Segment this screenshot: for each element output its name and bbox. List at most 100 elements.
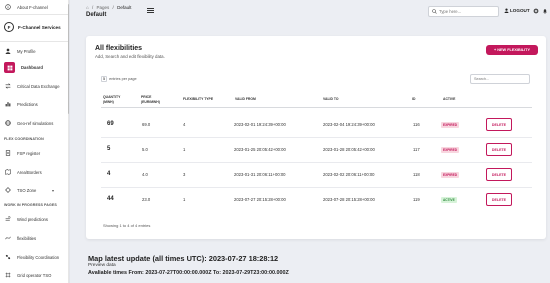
cell-quantity: 5	[107, 146, 111, 152]
sidebar-item-critical-data-exchange[interactable]: Critical Data Exchange	[0, 79, 68, 93]
cell-valid-to: 2023-02-04 19:24:39+00:00	[323, 122, 375, 127]
card-title: All flexibilities	[95, 45, 143, 52]
column-header-quantity[interactable]: QUANTITY (MWH)	[103, 95, 120, 104]
brand[interactable]: F F-Channel Services	[0, 17, 68, 37]
column-header-id[interactable]: ID	[412, 97, 415, 102]
cell-type: 4	[183, 122, 186, 127]
table-row: 4 4.0 3 2023-01-31 20:06:11+00:00 2023-0…	[101, 163, 532, 188]
brand-logo: F	[4, 22, 14, 32]
globe-icon	[4, 120, 11, 127]
search-input[interactable]	[439, 9, 495, 14]
cell-valid-from: 2023-02-01 19:24:39+00:00	[234, 122, 286, 127]
sidebar-item-geo-ref-simulations[interactable]: Geo-ref simulations	[0, 116, 68, 130]
cell-quantity: 4	[107, 171, 111, 177]
cell-quantity: 69	[107, 121, 114, 127]
delete-button[interactable]: DELETE	[486, 168, 512, 181]
cell-quantity: 44	[107, 196, 114, 202]
cell-id: 119	[413, 197, 420, 202]
table-search-field[interactable]	[470, 74, 530, 84]
cell-price: 69.0	[142, 122, 151, 127]
register-icon	[4, 150, 11, 157]
sidebar-item-dashboard[interactable]: Dashboard	[3, 61, 61, 74]
entries-label: entries per page	[109, 77, 137, 81]
cell-price: 23.0	[142, 197, 151, 202]
entries-per-page: 5 entries per page	[101, 76, 137, 82]
delete-button[interactable]: DELETE	[486, 193, 512, 206]
exchange-icon	[4, 83, 11, 90]
user-icon	[504, 8, 509, 13]
delete-button[interactable]: DELETE	[486, 118, 512, 131]
sidebar-item-tso-zone[interactable]: TSO Zone ▾	[0, 183, 68, 197]
sidebar-item-profile[interactable]: My Profile	[0, 44, 68, 58]
pagination-info: Showing 1 to 4 of 4 entries	[103, 223, 151, 228]
sidebar-item-label: Area/Borders	[17, 169, 42, 175]
grid-icon	[4, 272, 11, 279]
status-badge: EXPIRED	[441, 122, 459, 128]
search-field[interactable]	[428, 6, 499, 17]
cell-type: 3	[183, 172, 186, 177]
sidebar-item-area-borders[interactable]: Area/Borders	[0, 165, 68, 179]
cell-type: 1	[183, 197, 186, 202]
sidebar-item-predictions[interactable]: Predictions	[0, 97, 68, 111]
status-badge: EXPIRED	[441, 172, 459, 178]
entries-select[interactable]: 5	[101, 76, 108, 82]
dashboard-icon	[4, 62, 15, 73]
breadcrumb-separator: /	[91, 5, 94, 10]
map-update-heading: Map latest update (all times UTC): 2023-…	[88, 254, 279, 263]
breadcrumb-separator: /	[112, 5, 114, 10]
table-row: 44 23.0 1 2023-07-27 20:15:28+00:00 2023…	[101, 188, 532, 213]
status-badge: EXPIRED	[441, 147, 459, 153]
gear-icon[interactable]	[533, 8, 539, 14]
sidebar-item-label: About F-channel	[17, 4, 48, 10]
cell-valid-from: 2023-01-25 20:05:42+00:00	[234, 147, 286, 152]
column-header-valid-from[interactable]: VALID FROM	[235, 97, 256, 102]
divider	[0, 41, 68, 42]
user-icon	[4, 48, 11, 55]
divider	[0, 14, 68, 15]
delete-button[interactable]: DELETE	[486, 143, 512, 156]
preview-label: Preview data	[88, 263, 116, 268]
sidebar-scrollbar[interactable]	[68, 0, 69, 283]
sidebar-item-label: Flexibility Coordination	[17, 254, 60, 260]
column-header-active[interactable]: ACTIVE	[443, 97, 455, 102]
section-heading-flex: FLEX COORDINATION	[4, 137, 44, 141]
status-badge: ACTIVE	[441, 197, 457, 203]
cell-id: 116	[413, 122, 420, 127]
breadcrumb-pages[interactable]: Pages	[97, 5, 110, 10]
available-times: Avaliable times From: 2023-07-27T00:00:0…	[88, 270, 289, 276]
sidebar: About F-channel F F-Channel Services My …	[0, 0, 70, 283]
column-header-flexibility-type[interactable]: FLEXIBILITY TYPE	[183, 97, 213, 102]
menu-toggle-icon[interactable]	[147, 8, 154, 13]
new-flexibility-button[interactable]: + NEW FLEXIBILITY	[486, 45, 538, 55]
sidebar-item-grid-operator-tso[interactable]: Grid operator TSO	[0, 268, 68, 282]
search-icon	[432, 9, 437, 14]
table-row: 69 69.0 4 2023-02-01 19:24:39+00:00 2023…	[101, 113, 532, 138]
sidebar-item-fsp-register[interactable]: FSP register	[0, 146, 68, 160]
sidebar-item-label: TSO Zone	[17, 187, 37, 193]
logout-button[interactable]: LOGOUT	[504, 8, 530, 13]
table-search-input[interactable]	[474, 77, 524, 81]
scrollbar-thumb[interactable]	[68, 4, 69, 114]
cell-price: 4.0	[142, 172, 148, 177]
sidebar-item-label: Wind predictions	[17, 216, 48, 222]
chevron-down-icon[interactable]: ▾	[52, 188, 54, 193]
sidebar-item-label: FSP register	[17, 150, 41, 156]
brand-name: F-Channel Services	[18, 24, 61, 30]
sidebar-item-label: Predictions	[17, 101, 38, 107]
flexibilities-card: All flexibilities Add, Search and edit f…	[86, 36, 546, 239]
cell-valid-to: 2023-07-28 20:15:28+00:00	[323, 197, 375, 202]
sidebar-item-about[interactable]: About F-channel	[0, 0, 68, 14]
column-header-valid-to[interactable]: VALID TO	[323, 97, 339, 102]
home-icon[interactable]: ⌂	[86, 5, 89, 10]
bell-icon[interactable]	[542, 8, 548, 14]
breadcrumb: ⌂ / Pages / Default	[86, 5, 133, 10]
sidebar-item-flexibilities[interactable]: flexibilities	[0, 231, 68, 245]
column-header-price[interactable]: PRICE (EUR/MWH)	[141, 95, 160, 104]
sidebar-item-wind-predictions[interactable]: Wind predictions	[0, 212, 68, 226]
table-row: 5 5.0 1 2023-01-25 20:05:42+00:00 2023-0…	[101, 138, 532, 163]
sidebar-item-label: Grid operator TSO	[17, 272, 52, 278]
sidebar-item-label: Geo-ref simulations	[17, 120, 54, 126]
flex-icon	[4, 235, 11, 242]
sidebar-item-flexibility-coordination[interactable]: Flexibility Coordination	[0, 250, 68, 264]
info-icon	[4, 4, 11, 11]
